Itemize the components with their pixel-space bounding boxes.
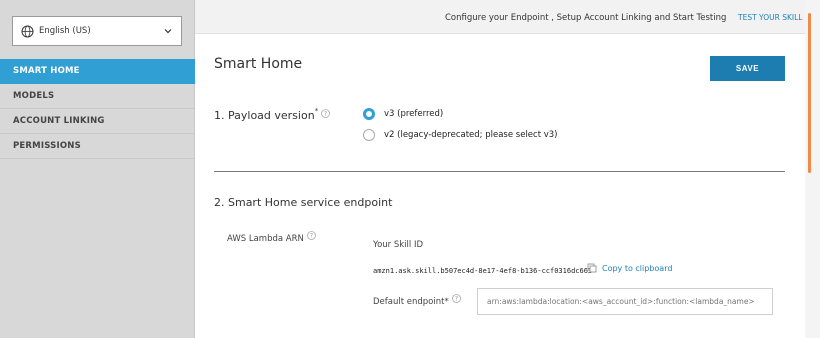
- help-icon[interactable]: ?: [451, 294, 461, 303]
- payload-option-v2[interactable]: v2 (legacy-deprecated; please select v3): [363, 129, 558, 141]
- svg-text:?: ?: [310, 233, 313, 240]
- help-icon[interactable]: ?: [306, 231, 316, 240]
- test-your-skill-link[interactable]: TEST YOUR SKILL: [738, 13, 802, 22]
- default-endpoint-label: Default endpoint*?: [373, 294, 461, 307]
- aws-lambda-arn-label: AWS Lambda ARN?: [227, 231, 316, 244]
- top-bar: Configure your Endpoint , Setup Account …: [195, 0, 805, 34]
- copy-to-clipboard-label: Copy to clipboard: [602, 263, 673, 273]
- required-mark: *: [314, 107, 319, 115]
- skill-id-label: Your Skill ID: [373, 240, 424, 250]
- svg-text:?: ?: [324, 110, 327, 117]
- scrollbar-thumb[interactable]: [808, 13, 811, 173]
- aws-lambda-arn-label-text: AWS Lambda ARN: [227, 234, 304, 244]
- language-select-value: English (US): [39, 26, 91, 36]
- radio-button[interactable]: [363, 129, 375, 141]
- copy-to-clipboard-link[interactable]: Copy to clipboard: [587, 263, 672, 273]
- service-endpoint-heading: 2. Smart Home service endpoint: [214, 196, 393, 209]
- globe-icon: [21, 25, 34, 38]
- page-title: Smart Home: [214, 56, 303, 72]
- default-endpoint-label-text: Default endpoint*: [373, 297, 449, 307]
- sidebar-menu: SMART HOME MODELS ACCOUNT LINKING PERMIS…: [0, 59, 195, 159]
- chevron-down-icon: [163, 26, 173, 36]
- svg-text:?: ?: [455, 296, 458, 303]
- payload-option-v3-label: v3 (preferred): [384, 109, 444, 119]
- sidebar: English (US) SMART HOME MODELS ACCOUNT L…: [0, 0, 195, 338]
- payload-option-v2-label: v2 (legacy-deprecated; please select v3): [384, 130, 558, 140]
- payload-version-label-text: 1. Payload version: [214, 109, 315, 122]
- copy-icon: [587, 263, 597, 273]
- sidebar-item-permissions[interactable]: PERMISSIONS: [0, 134, 195, 159]
- top-bar-instructions: Configure your Endpoint , Setup Account …: [445, 13, 727, 23]
- radio-button-checked[interactable]: [363, 108, 375, 120]
- save-button[interactable]: SAVE: [710, 56, 785, 81]
- sidebar-item-models[interactable]: MODELS: [0, 84, 195, 109]
- payload-version-label: 1. Payload version*?: [214, 107, 331, 122]
- default-endpoint-input[interactable]: [477, 288, 773, 315]
- help-icon[interactable]: ?: [321, 108, 331, 118]
- language-select[interactable]: English (US): [12, 16, 182, 46]
- skill-id-value: amzn1.ask.skill.b507ec4d-8e17-4ef8-b136-…: [373, 267, 593, 275]
- main-content: Smart Home SAVE 1. Payload version*? v3 …: [195, 34, 805, 338]
- payload-option-v3[interactable]: v3 (preferred): [363, 108, 443, 120]
- sidebar-item-smart-home[interactable]: SMART HOME: [0, 59, 195, 84]
- section-divider: [214, 171, 785, 172]
- sidebar-item-account-linking[interactable]: ACCOUNT LINKING: [0, 109, 195, 134]
